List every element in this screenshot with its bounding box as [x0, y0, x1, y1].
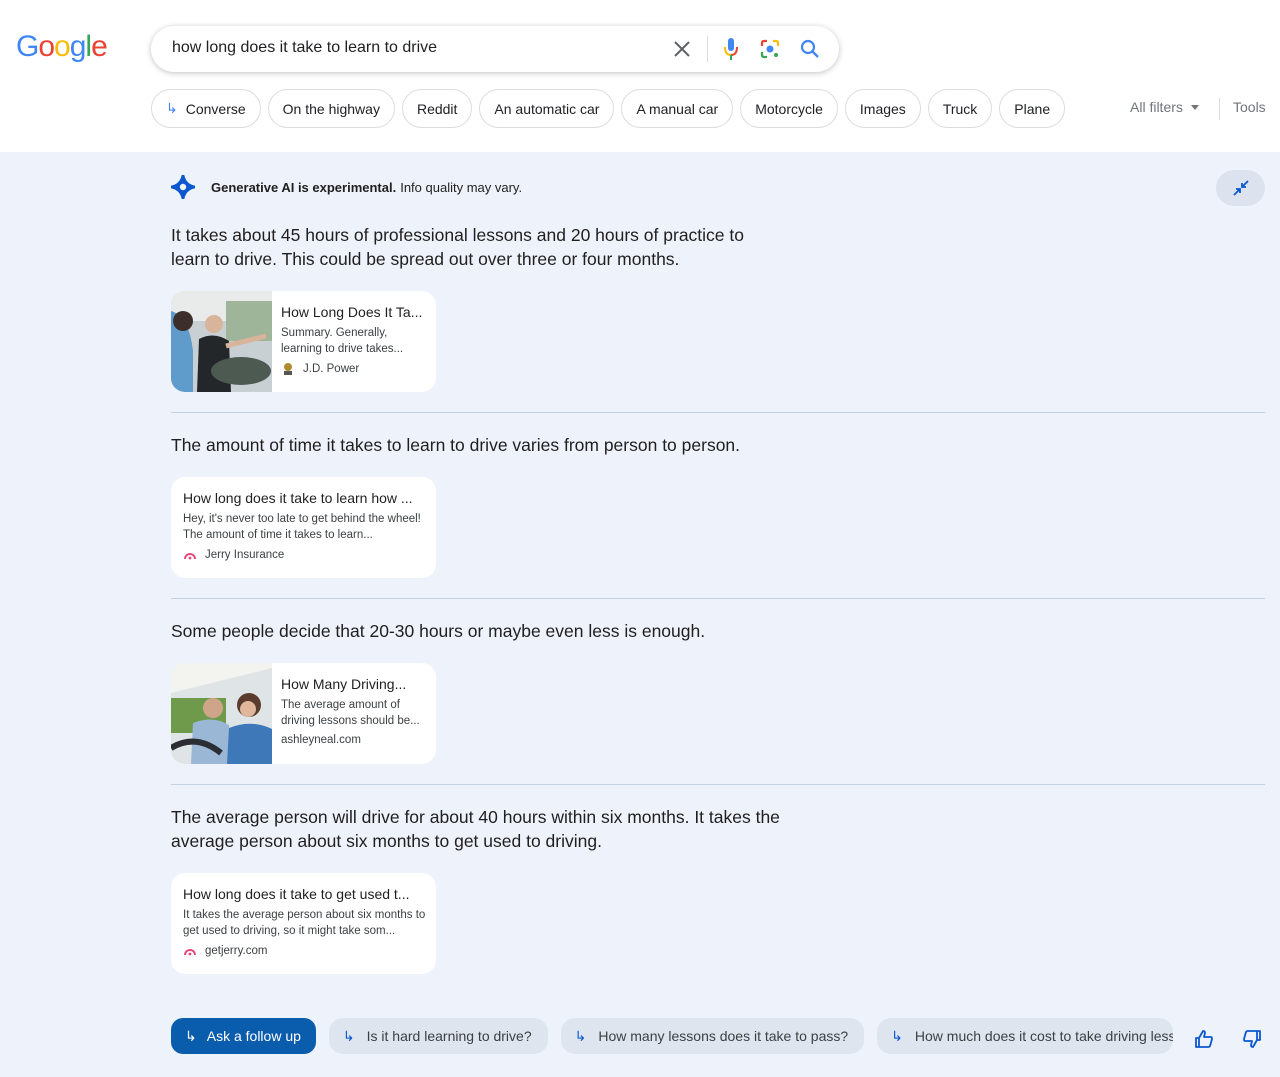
chip-label: On the highway	[282, 100, 380, 117]
chip-images[interactable]: Images	[844, 89, 921, 128]
source-name: ashleyneal.com	[281, 734, 361, 746]
collapse-button[interactable]	[1216, 170, 1265, 206]
tools-button[interactable]: Tools	[1233, 99, 1266, 115]
overview-paragraph: The average person will drive for about …	[171, 807, 780, 851]
chip-label: An automatic car	[494, 100, 600, 117]
jerry-favicon-icon	[183, 944, 197, 958]
experimental-banner: Generative AI is experimental. Info qual…	[171, 175, 522, 199]
source-card[interactable]: How Many Driving... The average amount o…	[171, 663, 436, 764]
logo-letter: o	[54, 30, 71, 63]
section-divider	[171, 598, 1265, 599]
thumbs-up-icon	[1195, 1030, 1213, 1048]
card-snippet: The average amount of driving lessons sh…	[281, 699, 420, 727]
sparkle-icon	[171, 175, 195, 199]
source-thumbnail	[171, 663, 272, 764]
microphone-icon[interactable]	[719, 37, 743, 61]
chip-label: Images	[859, 100, 906, 117]
logo-letter: G	[16, 30, 39, 63]
suggestion-label: How many lessons does it take to pass?	[598, 1028, 849, 1044]
card-body: How Many Driving... The average amount o…	[281, 675, 429, 746]
search-divider	[707, 36, 708, 62]
filters-divider	[1219, 98, 1220, 120]
chip-truck[interactable]: Truck	[927, 89, 993, 128]
card-source: getjerry.com	[183, 944, 428, 958]
card-title: How long does it take to get used t...	[183, 886, 410, 902]
search-box[interactable]: how long does it take to learn to drive	[151, 26, 839, 72]
refinement-chips: ↳ Converse On the highway Reddit An autom…	[151, 89, 1066, 128]
card-source: ashleyneal.com	[281, 734, 429, 746]
follow-up-arrow-icon: ↳	[574, 1027, 587, 1044]
source-name: Jerry Insurance	[205, 549, 285, 561]
collapse-arrows-icon	[1232, 180, 1249, 196]
chip-label: Reddit	[416, 100, 458, 117]
suggestion-chip[interactable]: ↳ How much does it cost to take driving l…	[877, 1018, 1174, 1054]
all-filters-button[interactable]: All filters	[1130, 99, 1199, 115]
card-snippet: It takes the average person about six mo…	[183, 909, 426, 937]
section-divider	[171, 784, 1265, 785]
suggestion-chip[interactable]: ↳ How many lessons does it take to pass?	[560, 1018, 865, 1054]
logo-letter: e	[91, 30, 108, 63]
search-header: Google how long does it take to learn to…	[0, 0, 1280, 152]
card-snippet: Hey, it's never too late to get behind t…	[183, 513, 421, 541]
search-input[interactable]: how long does it take to learn to drive	[172, 39, 437, 57]
thumbs-up-button[interactable]	[1192, 1027, 1216, 1051]
all-filters-label: All filters	[1130, 99, 1183, 115]
chip-converse[interactable]: ↳ Converse	[151, 89, 261, 128]
chip-label: Plane	[1014, 100, 1051, 117]
banner-bold-text: Generative AI is experimental.	[211, 179, 397, 195]
caret-down-icon	[1190, 104, 1199, 110]
ask-label: Ask a follow up	[206, 1028, 301, 1044]
card-source: Jerry Insurance	[183, 548, 428, 562]
jdpower-favicon-icon	[281, 362, 295, 376]
suggestion-chip[interactable]: ↳ Is it hard learning to drive?	[328, 1018, 548, 1054]
source-card[interactable]: How Long Does It Ta... Summary. Generall…	[171, 291, 436, 392]
close-icon[interactable]	[670, 37, 694, 61]
follow-up-arrow-icon: ↳	[342, 1027, 355, 1044]
follow-up-arrow-icon: ↳	[185, 1027, 197, 1044]
lens-icon[interactable]	[758, 37, 782, 61]
chip-motorcycle[interactable]: Motorcycle	[740, 89, 838, 128]
overview-paragraph: It takes about 45 hours of professional …	[171, 225, 744, 269]
source-name: J.D. Power	[303, 363, 360, 375]
card-title: How Long Does It Ta...	[281, 304, 423, 320]
thumbs-down-icon	[1243, 1030, 1261, 1048]
section-divider	[171, 412, 1265, 413]
source-card[interactable]: How long does it take to get used t... I…	[171, 873, 436, 974]
card-body: How long does it take to get used t... I…	[183, 885, 428, 958]
chip-manual-car[interactable]: A manual car	[621, 89, 734, 128]
google-logo[interactable]: Google	[16, 30, 108, 64]
banner-text: Info quality may vary.	[400, 179, 523, 195]
source-card[interactable]: How long does it take to learn how ... H…	[171, 477, 436, 578]
chip-automatic-car[interactable]: An automatic car	[479, 89, 615, 128]
logo-letter: g	[69, 30, 87, 63]
card-title: How long does it take to learn how ...	[183, 490, 413, 506]
follow-up-arrow-icon: ↳	[891, 1027, 903, 1044]
chip-label: Converse	[185, 100, 246, 117]
jerry-favicon-icon	[183, 548, 197, 562]
logo-letter: o	[38, 30, 55, 63]
follow-up-arrow-icon: ↳	[166, 100, 178, 116]
card-source: J.D. Power	[281, 362, 429, 376]
suggestion-label: How much does it cost to take driving le…	[914, 1028, 1174, 1044]
source-thumbnail	[171, 291, 272, 392]
ask-follow-up-button[interactable]: ↳ Ask a follow up	[171, 1018, 316, 1054]
chip-on-the-highway[interactable]: On the highway	[267, 89, 395, 128]
search-icon[interactable]	[798, 37, 822, 61]
overview-paragraph: The amount of time it takes to learn to …	[171, 435, 741, 455]
thumbs-down-button[interactable]	[1240, 1027, 1264, 1051]
overview-paragraph: Some people decide that 20-30 hours or m…	[171, 621, 706, 641]
suggestion-label: Is it hard learning to drive?	[366, 1028, 532, 1044]
card-body: How Long Does It Ta... Summary. Generall…	[281, 303, 429, 376]
source-name: getjerry.com	[205, 945, 268, 957]
card-snippet: Summary. Generally, learning to drive ta…	[281, 327, 404, 355]
card-title: How Many Driving...	[281, 676, 407, 692]
chip-label: Motorcycle	[755, 100, 823, 117]
card-body: How long does it take to learn how ... H…	[183, 489, 428, 562]
ai-overview: Generative AI is experimental. Info qual…	[0, 152, 1280, 1077]
chip-plane[interactable]: Plane	[999, 89, 1066, 128]
chip-label: A manual car	[636, 100, 719, 117]
follow-up-bar: ↳ Ask a follow up ↳ Is it hard learning to…	[171, 1018, 1174, 1054]
chip-label: Truck	[942, 100, 978, 117]
chip-reddit[interactable]: Reddit	[401, 89, 473, 128]
